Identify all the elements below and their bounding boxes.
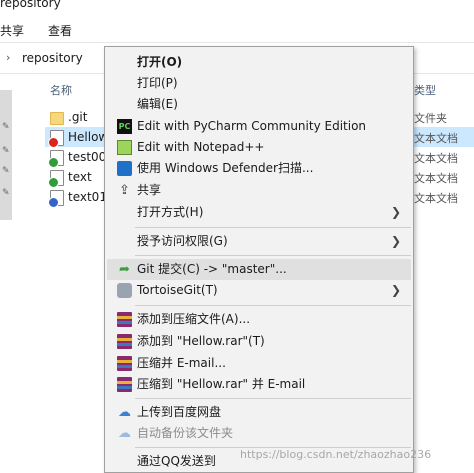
menu-item-compress-email[interactable]: 压缩并 E-mail... bbox=[107, 353, 411, 374]
winrar-icon bbox=[117, 312, 132, 327]
baidu-netdisk-icon: ☁ bbox=[118, 405, 131, 420]
submenu-arrow-icon: ❯ bbox=[390, 283, 401, 297]
menu-item-add-to-rar[interactable]: 添加到 "Hellow.rar"(T) bbox=[107, 331, 411, 352]
menu-item-upload-baidu[interactable]: ☁ 上传到百度网盘 bbox=[107, 402, 411, 423]
folder-icon bbox=[50, 112, 64, 125]
menu-item-label: 自动备份该文件夹 bbox=[137, 426, 234, 440]
pin-icon: ✎ bbox=[2, 122, 10, 132]
menu-separator bbox=[135, 398, 411, 399]
menu-item-label: 使用 Windows Defender扫描... bbox=[137, 161, 314, 175]
menu-item-label: Edit with Notepad++ bbox=[137, 140, 265, 154]
git-commit-icon: ➦ bbox=[119, 262, 130, 277]
winrar-icon bbox=[117, 334, 132, 349]
tortoisegit-icon bbox=[117, 283, 132, 298]
pycharm-icon: PC bbox=[117, 119, 132, 134]
column-header-name[interactable]: 名称 bbox=[50, 82, 72, 98]
file-type: 文本文档 bbox=[414, 172, 458, 185]
file-name: text01 bbox=[68, 190, 107, 204]
submenu-arrow-icon: ❯ bbox=[390, 205, 401, 219]
file-name: .git bbox=[68, 110, 88, 124]
menu-item-edit[interactable]: 编辑(E) bbox=[107, 94, 411, 115]
baidu-netdisk-icon: ☁ bbox=[118, 426, 131, 441]
menu-item-tortoisegit[interactable]: TortoiseGit(T) ❯ bbox=[107, 280, 411, 301]
menu-item-grant-access[interactable]: 授予访问权限(G) ❯ bbox=[107, 231, 411, 252]
file-name: text bbox=[68, 170, 92, 184]
file-type: 文本文档 bbox=[414, 152, 458, 165]
submenu-arrow-icon: ❯ bbox=[390, 234, 401, 248]
menu-item-label: 编辑(E) bbox=[137, 97, 178, 111]
tab-share[interactable]: 共享 bbox=[0, 22, 24, 39]
window-title: repository bbox=[0, 0, 61, 10]
text-file-ok-icon bbox=[48, 150, 64, 168]
menu-item-defender-scan[interactable]: 使用 Windows Defender扫描... bbox=[107, 158, 411, 179]
menu-separator bbox=[135, 227, 411, 228]
menu-item-label: 添加到压缩文件(A)... bbox=[137, 312, 251, 326]
menu-item-label: 上传到百度网盘 bbox=[137, 405, 222, 419]
winrar-icon bbox=[117, 377, 132, 392]
menu-item-label: 授予访问权限(G) bbox=[137, 234, 228, 248]
tab-view[interactable]: 查看 bbox=[48, 22, 72, 39]
ribbon: 共享 查看 bbox=[0, 14, 474, 43]
notepad-plus-plus-icon bbox=[117, 140, 132, 155]
menu-separator bbox=[135, 305, 411, 306]
chevron-right-icon[interactable]: › bbox=[6, 51, 10, 64]
menu-item-label: 压缩到 "Hellow.rar" 并 E-mail bbox=[137, 377, 306, 391]
menu-item-label: 压缩并 E-mail... bbox=[137, 356, 226, 370]
text-file-conflict-icon bbox=[48, 130, 64, 148]
menu-item-label: Git 提交(C) -> "master"... bbox=[137, 262, 287, 276]
windows-defender-icon bbox=[117, 161, 132, 176]
menu-item-label: 通过QQ发送到 bbox=[137, 454, 216, 468]
pin-icon: ✎ bbox=[2, 188, 10, 198]
menu-item-open-with[interactable]: 打开方式(H) ❯ bbox=[107, 202, 411, 223]
pin-icon: ✎ bbox=[2, 146, 10, 156]
title-bar: repository bbox=[0, 0, 474, 14]
menu-item-git-commit[interactable]: ➦ Git 提交(C) -> "master"... bbox=[107, 259, 411, 280]
column-header-type[interactable]: 类型 bbox=[414, 82, 436, 98]
menu-item-auto-backup: ☁ 自动备份该文件夹 bbox=[107, 423, 411, 444]
watermark: https://blog.csdn.net/zhaozhao236 bbox=[240, 448, 432, 461]
menu-item-label: 添加到 "Hellow.rar"(T) bbox=[137, 334, 265, 348]
text-file-ok-icon bbox=[48, 170, 64, 188]
menu-item-label: TortoiseGit(T) bbox=[137, 283, 218, 297]
menu-item-compress-rar-email[interactable]: 压缩到 "Hellow.rar" 并 E-mail bbox=[107, 374, 411, 395]
menu-item-add-to-archive[interactable]: 添加到压缩文件(A)... bbox=[107, 309, 411, 330]
menu-item-edit-notepadpp[interactable]: Edit with Notepad++ bbox=[107, 137, 411, 158]
menu-item-label: 打印(P) bbox=[137, 76, 178, 90]
menu-item-label: 共享 bbox=[137, 183, 162, 197]
file-name: Hellow bbox=[68, 130, 109, 144]
context-menu: 打开(O) 打印(P) 编辑(E) PC Edit with PyCharm C… bbox=[104, 46, 414, 473]
menu-item-open[interactable]: 打开(O) bbox=[107, 52, 411, 73]
menu-separator bbox=[135, 255, 411, 256]
breadcrumb[interactable]: repository bbox=[22, 51, 83, 65]
menu-item-label: 打开(O) bbox=[137, 55, 183, 69]
text-file-question-icon bbox=[48, 190, 64, 208]
menu-item-label: 打开方式(H) bbox=[137, 205, 204, 219]
menu-item-edit-pycharm[interactable]: PC Edit with PyCharm Community Edition bbox=[107, 116, 411, 137]
menu-item-print[interactable]: 打印(P) bbox=[107, 73, 411, 94]
winrar-icon bbox=[117, 356, 132, 371]
menu-item-label: Edit with PyCharm Community Edition bbox=[137, 119, 367, 133]
menu-item-share[interactable]: ⇪ 共享 bbox=[107, 180, 411, 201]
file-type: 文本文档 bbox=[414, 132, 458, 145]
file-type: 文本文档 bbox=[414, 192, 458, 205]
file-type: 文件夹 bbox=[414, 112, 447, 125]
share-icon: ⇪ bbox=[119, 183, 130, 198]
pin-icon: ✎ bbox=[2, 166, 10, 176]
